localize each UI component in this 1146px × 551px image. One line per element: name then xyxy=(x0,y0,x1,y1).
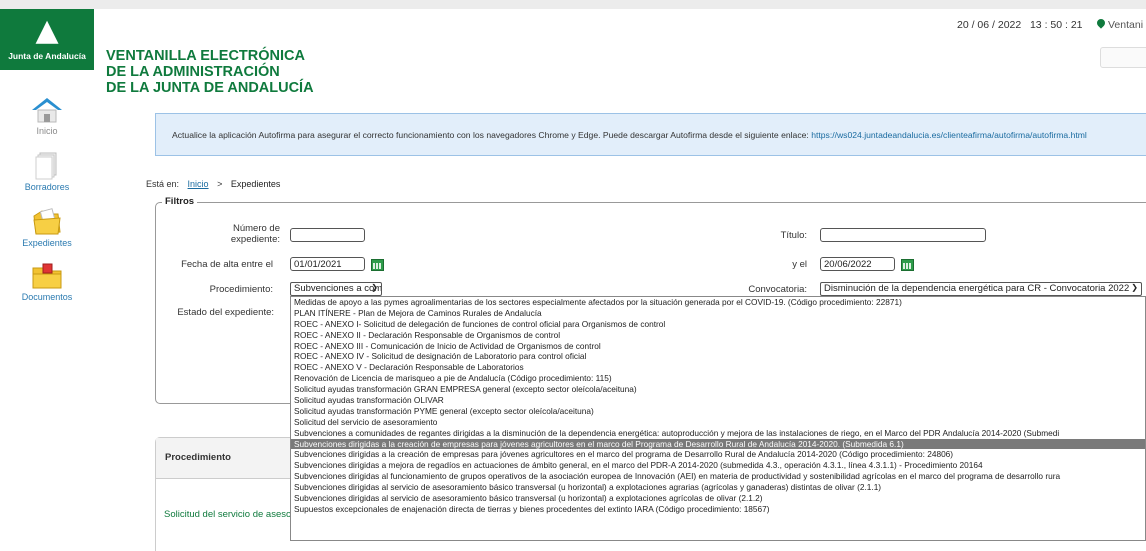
title-line: DE LA JUNTA DE ANDALUCÍA xyxy=(106,80,314,96)
sidebar-item-label: Inicio xyxy=(36,126,58,136)
estado-label: Estado del expediente: xyxy=(177,307,274,318)
breadcrumb-separator: > xyxy=(217,179,223,189)
dropdown-option[interactable]: ROEC - ANEXO III - Comunicación de Inici… xyxy=(291,341,1145,352)
dropdown-option[interactable]: Subvenciones dirigidas a mejora de regad… xyxy=(291,460,1145,471)
notice-text: Actualice la aplicación Autofirma para a… xyxy=(172,130,812,140)
convocatoria-label: Convocatoria: xyxy=(748,284,807,295)
label-line: expediente: xyxy=(230,234,280,245)
dropdown-option[interactable]: Solicitud del servicio de asesoramiento xyxy=(291,417,1145,428)
page-title: VENTANILLA ELECTRÓNICA DE LA ADMINISTRAC… xyxy=(106,48,314,96)
sidebar-item-expedientes[interactable]: Expedientes xyxy=(0,208,94,248)
dropdown-option[interactable]: PLAN ITÍNERE - Plan de Mejora de Caminos… xyxy=(291,308,1145,319)
procedimiento-label: Procedimiento: xyxy=(209,284,273,295)
autofirma-notice: Actualice la aplicación Autofirma para a… xyxy=(155,113,1146,156)
sidebar-item-label: Expedientes xyxy=(22,238,72,248)
breadcrumb-prefix: Está en: xyxy=(146,179,180,189)
numero-expediente-label: Número de expediente: xyxy=(190,223,280,245)
table-row[interactable]: Solicitud del servicio de asesoramiento xyxy=(164,509,290,520)
results-header: Procedimiento xyxy=(156,438,291,479)
dropdown-option[interactable]: Subvenciones dirigidas a la creación de … xyxy=(291,438,1145,450)
breadcrumb-home-link[interactable]: Inicio xyxy=(188,179,209,189)
logo-text: Junta de Andalucía xyxy=(8,51,86,61)
location-pin-icon xyxy=(1095,17,1107,29)
dropdown-option[interactable]: Solicitud ayudas transformación GRAN EMP… xyxy=(291,384,1145,395)
home-icon xyxy=(30,96,64,124)
procedimiento-selected: Subvenciones a comu xyxy=(294,283,382,294)
dropdown-option[interactable]: Solicitud ayudas transformación PYME gen… xyxy=(291,406,1145,417)
autofirma-link[interactable]: https://ws024.juntadeandalucia.es/client… xyxy=(811,130,1087,140)
dropdown-option[interactable]: Renovación de Licencia de marisqueo a pi… xyxy=(291,373,1145,384)
column-header-procedimiento[interactable]: Procedimiento xyxy=(165,452,231,463)
dropdown-option[interactable]: Subvenciones dirigidas al servicio de as… xyxy=(291,493,1145,504)
documents-icon xyxy=(30,262,64,290)
junta-a-icon: ▲ xyxy=(35,13,59,48)
filters-legend: Filtros xyxy=(162,196,198,207)
chevron-down-icon: ❯ xyxy=(1131,283,1138,292)
dropdown-option[interactable]: ROEC - ANEXO V - Declaración Responsable… xyxy=(291,362,1145,373)
calendar-icon[interactable] xyxy=(901,259,914,271)
sidebar-item-borradores[interactable]: Borradores xyxy=(0,152,94,192)
breadcrumb-current: Expedientes xyxy=(230,179,281,189)
titulo-input[interactable] xyxy=(820,228,986,242)
dropdown-option[interactable]: Supuestos excepcionales de enajenación d… xyxy=(291,504,1145,515)
fecha-desde-input[interactable]: 01/01/2021 xyxy=(290,257,365,271)
dropdown-option[interactable]: ROEC - ANEXO I- Solicitud de delegación … xyxy=(291,319,1145,330)
procedimiento-dropdown-list[interactable]: Medidas de apoyo a las pymes agroaliment… xyxy=(290,296,1146,541)
title-line: DE LA ADMINISTRACIÓN xyxy=(106,64,280,80)
dropdown-option[interactable]: ROEC - ANEXO IV - Solicitud de designaci… xyxy=(291,351,1145,362)
sidebar-item-label: Documentos xyxy=(21,292,73,302)
title-line: VENTANILLA ELECTRÓNICA xyxy=(106,48,305,64)
dropdown-option[interactable]: ROEC - ANEXO II - Declaración Responsabl… xyxy=(291,330,1145,341)
header-box[interactable] xyxy=(1100,47,1146,68)
sidebar-item-documentos[interactable]: Documentos xyxy=(0,262,94,302)
chevron-down-icon: ❯ xyxy=(371,283,378,292)
calendar-icon[interactable] xyxy=(371,259,384,271)
dropdown-option[interactable]: Medidas de apoyo a las pymes agroaliment… xyxy=(291,297,1145,308)
dropdown-option[interactable]: Subvenciones a comunidades de regantes d… xyxy=(291,428,1145,439)
junta-logo[interactable]: ▲ Junta de Andalucía xyxy=(0,9,94,70)
dropdown-option[interactable]: Subvenciones dirigidas al servicio de as… xyxy=(291,482,1145,493)
sidebar-item-inicio[interactable]: Inicio xyxy=(0,96,94,136)
breadcrumb: Está en: Inicio > Expedientes xyxy=(146,179,280,189)
sidebar-item-label: Borradores xyxy=(24,182,70,192)
fecha-hasta-input[interactable]: 20/06/2022 xyxy=(820,257,895,271)
label-line: Número de xyxy=(233,223,280,234)
dropdown-option[interactable]: Subvenciones dirigidas a la creación de … xyxy=(291,449,1145,460)
convocatoria-selected: Disminución de la dependencia energética… xyxy=(824,283,1130,294)
convocatoria-select[interactable]: Disminución de la dependencia energética… xyxy=(820,282,1142,296)
numero-expediente-input[interactable] xyxy=(290,228,365,242)
dropdown-option[interactable]: Subvenciones dirigidas al funcionamiento… xyxy=(291,471,1145,482)
procedimiento-select[interactable]: Subvenciones a comu ❯ xyxy=(290,282,382,296)
drafts-icon xyxy=(30,152,64,180)
location-label: Ventani xyxy=(1108,19,1144,31)
datetime: 20 / 06 / 2022 13 : 50 : 21 xyxy=(957,19,1083,31)
folder-icon xyxy=(30,208,64,236)
titulo-label: Título: xyxy=(780,230,807,241)
top-strip xyxy=(0,0,1146,9)
dropdown-option[interactable]: Solicitud ayudas transformación OLIVAR xyxy=(291,395,1145,406)
y-el-label: y el xyxy=(792,259,807,270)
sidebar: ▲ Junta de Andalucía Inicio Borradores E… xyxy=(0,9,94,551)
ventanilla-location[interactable]: Ventani xyxy=(1095,17,1144,31)
fecha-alta-label: Fecha de alta entre el xyxy=(181,259,273,270)
